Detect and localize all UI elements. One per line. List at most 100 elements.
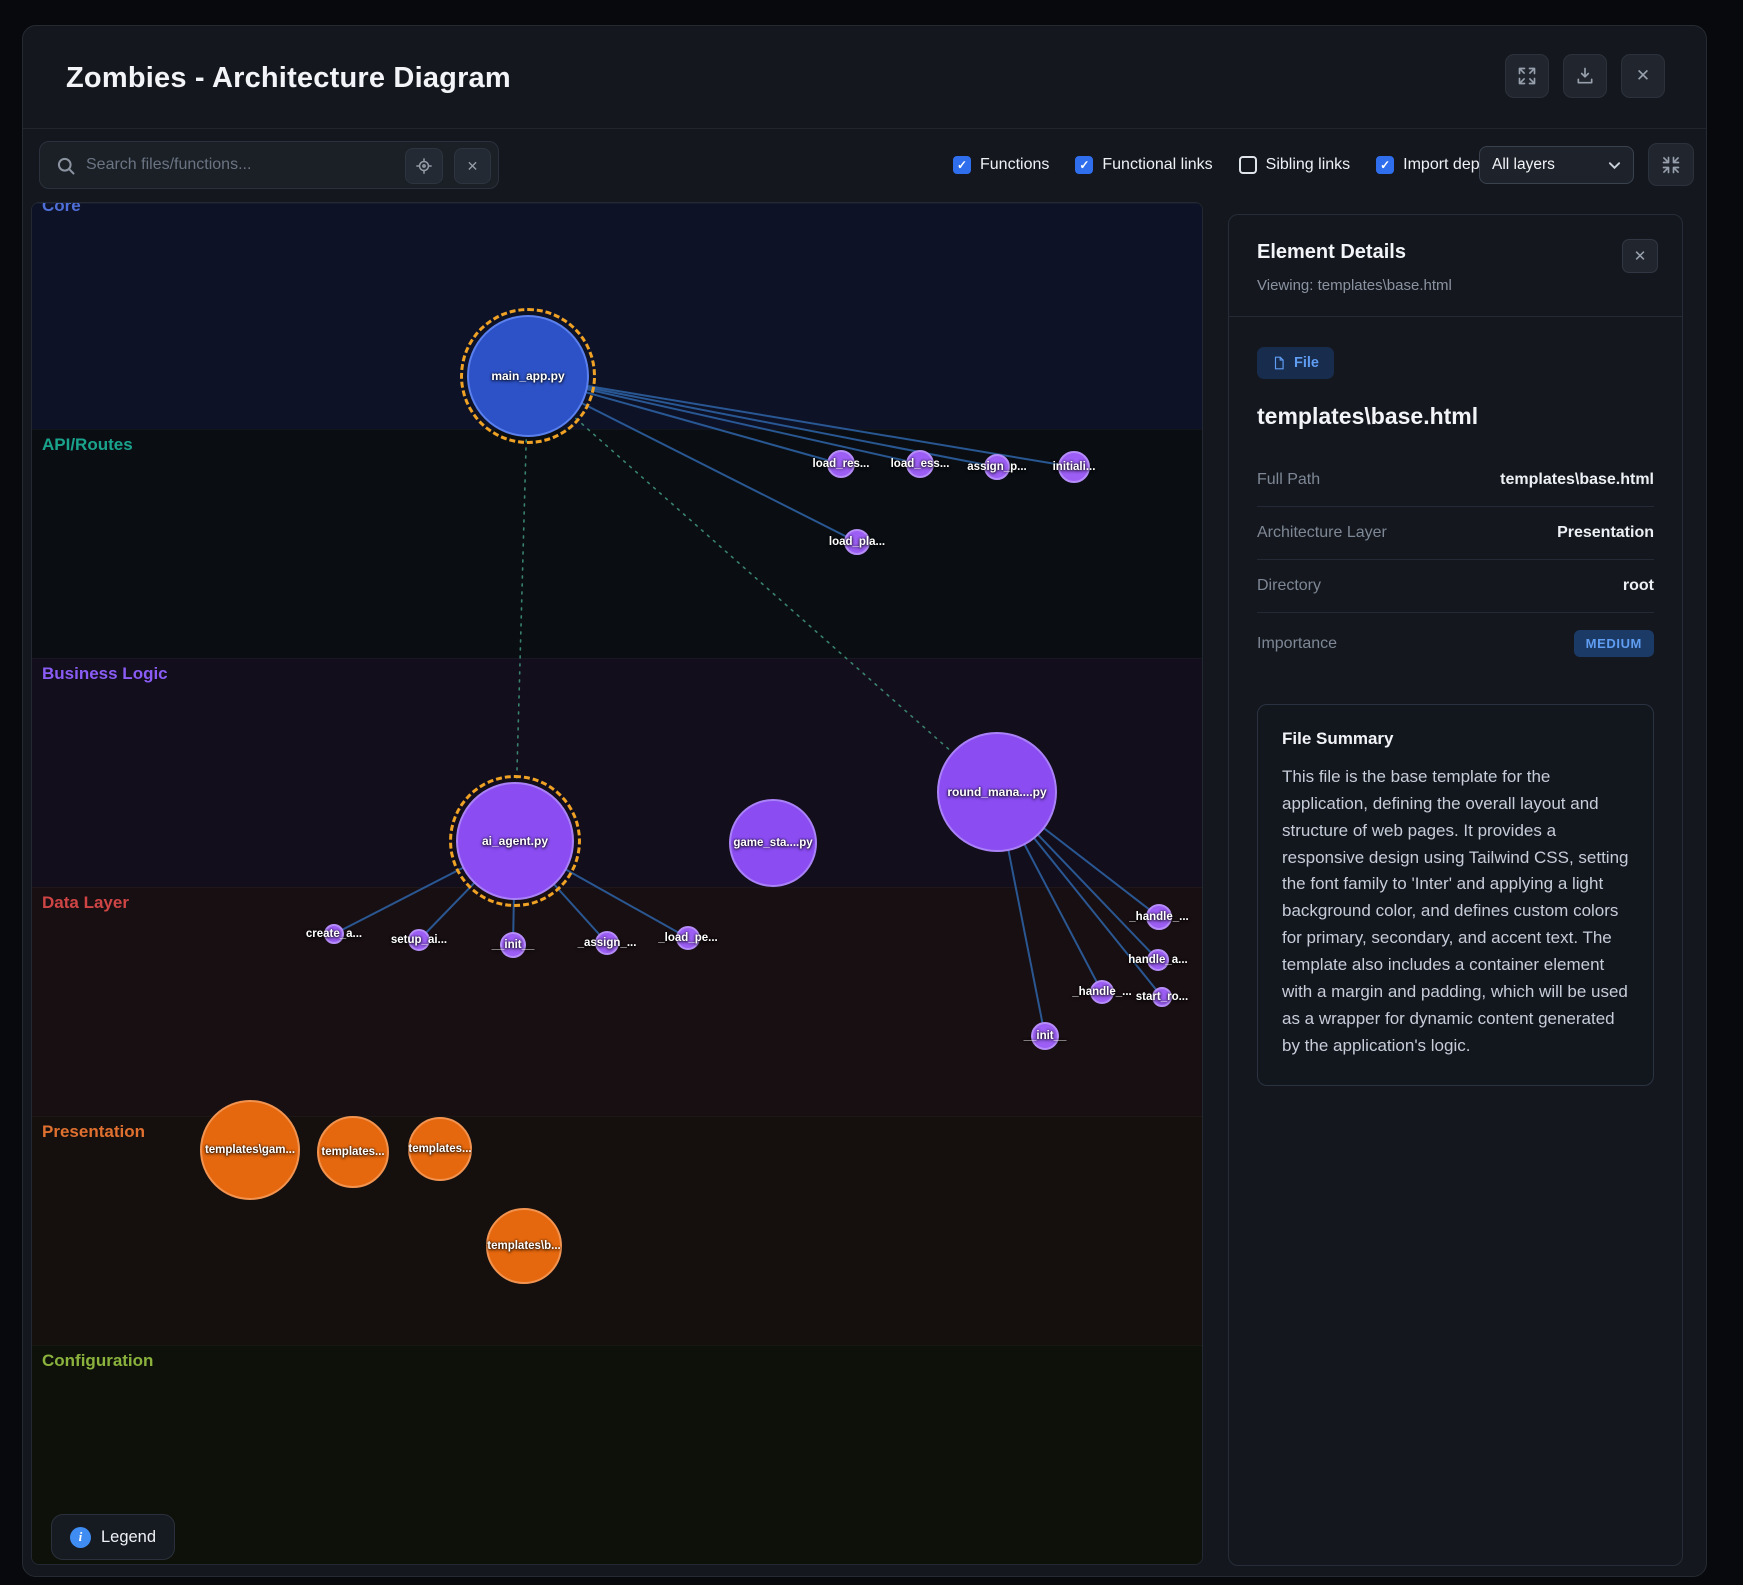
node-label: templates... bbox=[321, 1146, 384, 1158]
node-label: load_res... bbox=[813, 458, 870, 470]
search-box: ✕ bbox=[39, 141, 499, 189]
collapse-icon bbox=[1661, 155, 1681, 175]
checkbox-checked-icon[interactable]: ✓ bbox=[1376, 156, 1394, 174]
detail-value: Presentation bbox=[1557, 524, 1654, 542]
diagram-node-tpl_b[interactable]: templates\b... bbox=[486, 1208, 562, 1284]
panel-header: Element Details ✕ Viewing: templates\bas… bbox=[1229, 215, 1682, 317]
legend-label: Legend bbox=[101, 1528, 156, 1547]
info-icon: i bbox=[70, 1527, 91, 1548]
node-label: _load_pe... bbox=[658, 932, 717, 944]
summary-title: File Summary bbox=[1282, 729, 1629, 749]
layer-label: Presentation bbox=[42, 1122, 145, 1142]
diagram-node-create_a[interactable]: create_a... bbox=[324, 924, 344, 944]
detail-row: Directoryroot bbox=[1257, 560, 1654, 613]
layer-label: Configuration bbox=[42, 1351, 153, 1371]
checkbox-checked-icon[interactable]: ✓ bbox=[1075, 156, 1093, 174]
layer-label: Business Logic bbox=[42, 664, 168, 684]
diagram-node-assign2[interactable]: _assign_... bbox=[595, 931, 619, 955]
download-button[interactable] bbox=[1563, 54, 1607, 98]
diagram-node-setup_ai[interactable]: setup_ai... bbox=[408, 929, 430, 951]
node-label: round_mana....py bbox=[947, 785, 1046, 799]
edge-main_app-ai_agent bbox=[515, 376, 528, 841]
panel-body: File templates\base.html Full Path templa… bbox=[1229, 317, 1682, 1116]
panel-close-button[interactable]: ✕ bbox=[1622, 239, 1658, 273]
expand-button[interactable] bbox=[1505, 54, 1549, 98]
search-icon bbox=[56, 156, 76, 176]
node-label: setup_ai... bbox=[391, 934, 447, 946]
close-icon: ✕ bbox=[1634, 247, 1647, 265]
diagram-node-handle_a[interactable]: handle_a... bbox=[1147, 949, 1169, 971]
detail-row: Full Path templates\base.html bbox=[1257, 454, 1654, 507]
node-label: templates... bbox=[408, 1143, 471, 1155]
importance-row: Importance MEDIUM bbox=[1257, 613, 1654, 674]
checkbox-unchecked-icon[interactable] bbox=[1239, 156, 1257, 174]
edge-main_app-round_mana bbox=[528, 376, 997, 792]
detail-value: templates\base.html bbox=[1500, 471, 1654, 489]
diagram-node-assign_p[interactable]: assign_p... bbox=[984, 454, 1010, 480]
checkbox-import-deps[interactable]: ✓Import deps bbox=[1376, 156, 1487, 174]
checkbox-functions[interactable]: ✓ Functions bbox=[953, 156, 1049, 174]
diagram-node-tpl_gam[interactable]: templates\gam... bbox=[200, 1100, 300, 1200]
file-icon bbox=[1272, 355, 1286, 371]
diagram-node-initiali[interactable]: initiali... bbox=[1058, 451, 1090, 483]
layer-select[interactable]: All layers bbox=[1479, 146, 1634, 184]
file-summary-box: File Summary This file is the base templ… bbox=[1257, 704, 1654, 1086]
close-window-button[interactable]: ✕ bbox=[1621, 54, 1665, 98]
diagram-node-main_app[interactable]: main_app.py bbox=[467, 315, 589, 437]
detail-label: Importance bbox=[1257, 635, 1337, 653]
diagram-node-handle2[interactable]: _handle_... bbox=[1090, 980, 1114, 1004]
diagram-node-handle1[interactable]: _handle_... bbox=[1146, 904, 1172, 930]
node-label: load_ess... bbox=[891, 458, 950, 470]
detail-label: Full Path bbox=[1257, 471, 1320, 489]
checkbox-label: Functional links bbox=[1102, 156, 1212, 174]
diagram-node-load_res[interactable]: load_res... bbox=[827, 450, 855, 478]
node-label: assign_p... bbox=[967, 461, 1026, 473]
checkbox-functional-links[interactable]: ✓ Functional links bbox=[1075, 156, 1212, 174]
node-label: load_pla... bbox=[829, 536, 885, 548]
panel-title: Element Details bbox=[1257, 241, 1654, 264]
diagram-node-tpl_3[interactable]: templates... bbox=[408, 1117, 472, 1181]
viewing-status: Viewing: templates\base.html bbox=[1257, 277, 1654, 294]
clear-search-button[interactable]: ✕ bbox=[454, 148, 491, 184]
diagram-node-init2[interactable]: __init__ bbox=[1031, 1022, 1059, 1050]
node-label: __init__ bbox=[492, 939, 535, 951]
diagram-node-load_pe[interactable]: _load_pe... bbox=[676, 926, 700, 950]
download-icon bbox=[1575, 66, 1595, 86]
element-name: templates\base.html bbox=[1257, 403, 1654, 430]
detail-label: Directory bbox=[1257, 577, 1321, 595]
node-label: game_sta....py bbox=[733, 837, 812, 849]
diagram-node-tpl_2[interactable]: templates... bbox=[317, 1116, 389, 1188]
checkbox-label: Functions bbox=[980, 156, 1049, 174]
diagram-node-load_pla[interactable]: load_pla... bbox=[844, 529, 870, 555]
file-type-badge: File bbox=[1257, 347, 1334, 379]
diagram-node-game_sta[interactable]: game_sta....py bbox=[729, 799, 817, 887]
fit-view-button[interactable] bbox=[1648, 143, 1694, 186]
node-label: main_app.py bbox=[491, 369, 564, 383]
node-label: templates\b... bbox=[487, 1240, 561, 1252]
app-window: Zombies - Architecture Diagram ✕ ✕ bbox=[22, 25, 1707, 1577]
checkbox-label: Sibling links bbox=[1266, 156, 1350, 174]
diagram-node-start_ro[interactable]: start_ro... bbox=[1152, 987, 1172, 1007]
toolbar-checkbox-group: ✓ Functions ✓ Functional links Sibling links… bbox=[953, 128, 1488, 202]
diagram-canvas[interactable]: i Legend CoreAPI/RoutesBusiness LogicDat… bbox=[31, 202, 1203, 1565]
node-label: ai_agent.py bbox=[482, 834, 548, 848]
locate-button[interactable] bbox=[405, 148, 443, 184]
diagram-node-ai_agent[interactable]: ai_agent.py bbox=[456, 782, 574, 900]
checkbox-sibling-links[interactable]: Sibling links bbox=[1239, 156, 1350, 174]
diagram-edges bbox=[32, 203, 1203, 1565]
node-label: create_a... bbox=[306, 928, 362, 940]
expand-icon bbox=[1517, 66, 1537, 86]
clear-icon: ✕ bbox=[467, 158, 479, 175]
diagram-node-round_mana[interactable]: round_mana....py bbox=[937, 732, 1057, 852]
node-label: templates\gam... bbox=[205, 1144, 295, 1156]
diagram-node-load_ess[interactable]: load_ess... bbox=[906, 450, 934, 478]
detail-label: Architecture Layer bbox=[1257, 524, 1387, 542]
node-label: initiali... bbox=[1053, 461, 1096, 473]
diagram-node-init1[interactable]: __init__ bbox=[500, 932, 526, 958]
search-input[interactable] bbox=[86, 142, 396, 188]
checkbox-checked-icon[interactable]: ✓ bbox=[953, 156, 971, 174]
node-label: start_ro... bbox=[1136, 991, 1188, 1003]
node-label: _assign_... bbox=[578, 937, 637, 949]
legend-button[interactable]: i Legend bbox=[51, 1514, 175, 1560]
page-title: Zombies - Architecture Diagram bbox=[66, 62, 511, 95]
